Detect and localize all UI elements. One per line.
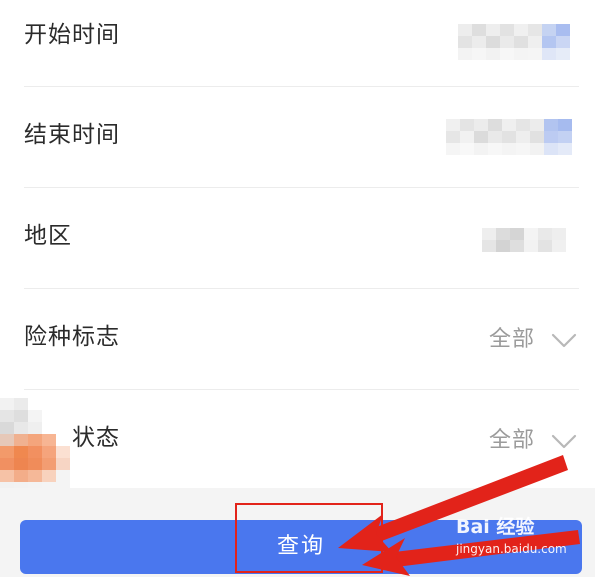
annotation-highlight-box: [235, 503, 383, 573]
end-time-value-redacted: [446, 119, 572, 155]
insurance-type-label: 险种标志: [24, 324, 120, 350]
chevron-down-icon[interactable]: [551, 327, 577, 353]
insurance-type-value: 全部: [488, 327, 535, 352]
region-value-redacted: [482, 228, 566, 252]
start-time-label: 开始时间: [24, 22, 120, 48]
floating-avatar-redacted[interactable]: [0, 398, 70, 494]
form-row-region[interactable]: 地区: [0, 188, 595, 289]
watermark-url-text: jingyan.baidu.com: [456, 542, 567, 556]
form-row-start-time[interactable]: 开始时间: [0, 0, 595, 100]
form-row-insurance-type[interactable]: 险种标志 全部: [0, 289, 595, 390]
chevron-down-icon[interactable]: [551, 428, 577, 454]
start-time-value-redacted: [458, 24, 570, 60]
form-row-end-time[interactable]: 结束时间: [0, 87, 595, 188]
region-label: 地区: [24, 223, 72, 249]
end-time-label: 结束时间: [24, 122, 120, 148]
watermark-logo-text: Bai 经验: [456, 516, 535, 538]
payment-status-value: 全部: [488, 428, 535, 453]
form-row-payment-status[interactable]: 缴费状态 全部: [0, 389, 595, 489]
baidu-jingyan-watermark: Bai 经验 jingyan.baidu.com: [452, 512, 592, 572]
